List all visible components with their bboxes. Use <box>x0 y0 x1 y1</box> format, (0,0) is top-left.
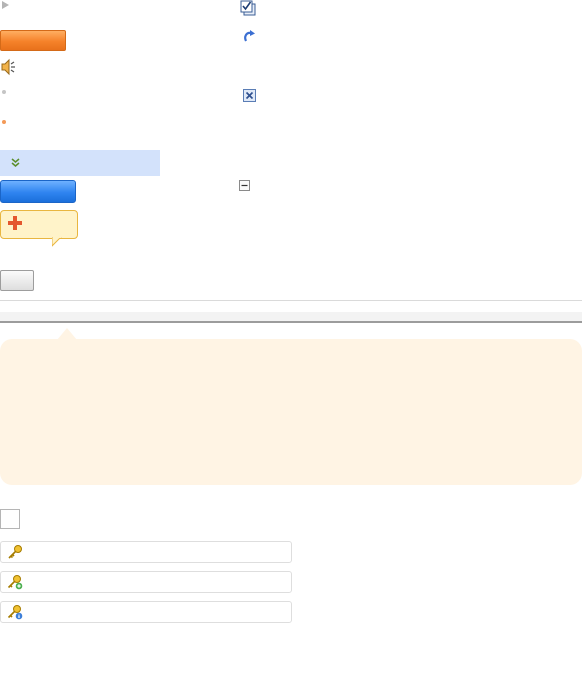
bullet-gray <box>2 90 6 94</box>
blue-button[interactable] <box>0 180 76 203</box>
collapse-minus-icon[interactable] <box>239 180 250 191</box>
expand-arrow-icon[interactable] <box>2 1 9 9</box>
plus-icon[interactable] <box>8 216 22 230</box>
gray-button[interactable] <box>0 270 34 291</box>
key-icon <box>8 545 22 559</box>
callout-panel <box>0 339 582 485</box>
checkbox[interactable] <box>0 509 20 529</box>
toolbar-band <box>0 312 582 323</box>
divider <box>0 300 582 301</box>
key-info-field[interactable] <box>0 601 292 623</box>
close-x-icon[interactable] <box>243 89 256 102</box>
key-field[interactable] <box>0 541 292 563</box>
bullet-orange <box>2 120 6 124</box>
orange-button[interactable] <box>0 30 66 51</box>
tooltip-tail <box>52 237 62 247</box>
redo-icon[interactable] <box>243 29 257 43</box>
speaker-icon[interactable] <box>0 58 18 76</box>
checklist-icon[interactable] <box>240 0 256 16</box>
key-add-icon <box>7 575 23 590</box>
selected-row[interactable] <box>0 150 160 176</box>
double-chevron-down-icon[interactable] <box>11 158 20 167</box>
key-add-field[interactable] <box>0 571 292 593</box>
key-info-icon <box>7 605 23 620</box>
